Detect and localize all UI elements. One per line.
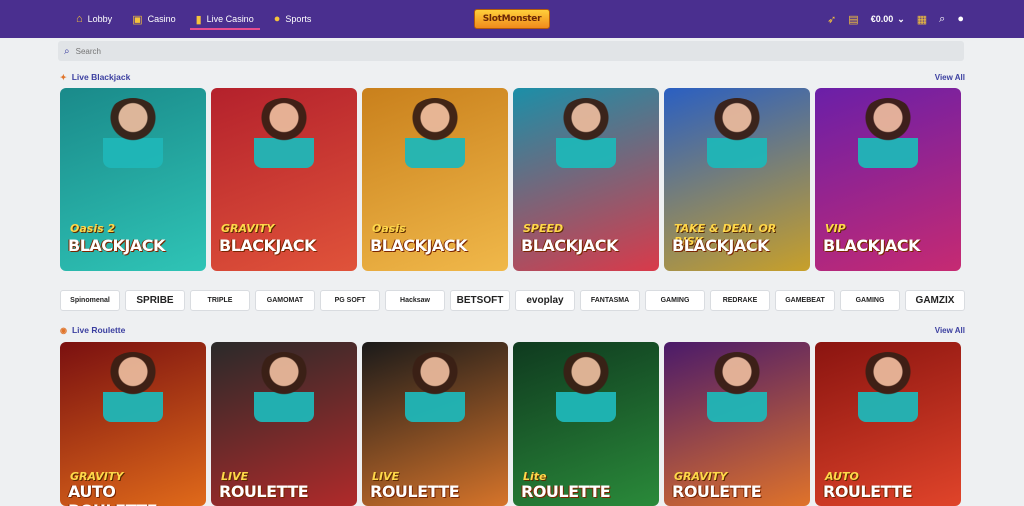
main-nav: ⌂ Lobby ▣ Casino ▮ Live Casino ● Sports [66,0,321,38]
rocket-icon[interactable]: ➶ [827,13,836,26]
dealer-image [103,352,163,422]
ball-icon: ● [273,13,281,25]
provider-logo[interactable]: REDRAKE [710,290,770,311]
provider-logo[interactable]: BETSOFT [450,290,510,311]
dealer-image [556,98,616,168]
live-card-icon: ▮ [195,13,202,26]
nav-lobby-label: Lobby [87,14,113,24]
game-title: ROULETTE [672,482,762,501]
game-card[interactable]: SPEED BLACKJACK [513,88,659,271]
search-icon: ⌕ [64,45,70,57]
provider-logo[interactable]: GAMEBEAT [775,290,835,311]
blackjack-icon: ✦ [60,72,67,82]
game-card[interactable]: Lite ROULETTE [513,342,659,506]
game-title: AUTO ROULETTE [68,482,158,506]
slot-machine-icon: ▣ [132,13,143,26]
game-title: ROULETTE [370,482,460,501]
game-title-prefix: Oasis 2 [70,222,116,235]
provider-logo[interactable]: PG SOFT [320,290,380,311]
nav-casino-label: Casino [147,14,176,24]
section-title: ✦ Live Blackjack [60,72,130,82]
nav-lobby[interactable]: ⌂ Lobby [66,0,122,38]
game-title: ROULETTE [219,482,309,501]
provider-logo[interactable]: TRIPLE [190,290,250,311]
search-input[interactable] [75,46,376,56]
nav-live-casino[interactable]: ▮ Live Casino [186,0,264,38]
balance-dropdown[interactable]: €0.00 ⌄ [871,14,905,25]
roulette-icon: ◉ [60,325,67,335]
game-title-prefix: Oasis [372,222,406,235]
game-title: BLACKJACK [370,236,467,255]
blackjack-view-all-link[interactable]: View All [935,73,965,82]
dealer-image [707,98,767,168]
wallet-icon[interactable]: ▦ [917,13,927,26]
game-title: ROULETTE [823,482,913,501]
dealer-image [254,98,314,168]
roulette-games-row: GRAVITYAUTO ROULETTELIVEROULETTELIVEROUL… [60,342,961,506]
nav-sports[interactable]: ● Sports [264,0,322,38]
dealer-image [103,98,163,168]
game-title-prefix: GRAVITY [221,222,275,235]
dealer-image [707,352,767,422]
game-title: ROULETTE [521,482,611,501]
game-card[interactable]: GRAVITYAUTO ROULETTE [60,342,206,506]
provider-logo[interactable]: GAMZIX [905,290,965,311]
gift-icon[interactable]: ▤ [848,13,858,26]
home-icon: ⌂ [76,13,83,25]
blackjack-games-row: Oasis 2 BLACKJACK GRAVITY BLACKJACK Oasis BLA… [60,88,961,271]
game-card[interactable]: VIP BLACKJACK [815,88,961,271]
game-card[interactable]: Oasis 2 BLACKJACK [60,88,206,271]
top-navigation-bar: ⌂ Lobby ▣ Casino ▮ Live Casino ● Sports … [0,0,1024,38]
game-title: BLACKJACK [823,236,920,255]
provider-logo[interactable]: FANTASMA [580,290,640,311]
game-title: BLACKJACK [672,236,769,255]
section-title: ◉ Live Roulette [60,325,125,335]
provider-logo[interactable]: SPRIBE [125,290,185,311]
game-card[interactable]: LIVE ROULETTE [362,342,508,506]
game-card[interactable]: Oasis BLACKJACK [362,88,508,271]
dealer-image [858,98,918,168]
game-card[interactable]: LIVE ROULETTE [211,342,357,506]
balance-value: €0.00 [870,14,894,24]
game-title-prefix: SPEED [523,222,564,235]
roulette-view-all-link[interactable]: View All [935,326,965,335]
dealer-image [556,352,616,422]
user-icon[interactable]: ● [957,13,964,25]
nav-casino[interactable]: ▣ Casino [122,0,185,38]
game-card[interactable]: GRAVITY BLACKJACK [211,88,357,271]
blackjack-section-title: Live Blackjack [71,72,131,82]
roulette-section-title: Live Roulette [71,325,126,335]
game-card[interactable]: TAKE & DEAL OR RISK BLACKJACK [664,88,810,271]
game-title: BLACKJACK [68,236,165,255]
dealer-image [405,98,465,168]
header-tools: ➶ ▤ €0.00 ⌄ ▦ ⌕ ● [827,0,964,38]
roulette-section-header: ◉ Live Roulette View All [60,323,965,337]
provider-logo[interactable]: evoplay [515,290,575,311]
provider-logo[interactable]: GAMING [645,290,705,311]
game-title: BLACKJACK [521,236,618,255]
game-title: BLACKJACK [219,236,316,255]
dealer-image [405,352,465,422]
search-icon[interactable]: ⌕ [939,13,945,26]
site-logo[interactable]: SlotMonster [474,9,550,29]
search-bar: ⌕ [58,41,964,61]
nav-sports-label: Sports [285,14,312,24]
dealer-image [254,352,314,422]
providers-row: Spinomenal SPRIBE TRIPLE GAMOMAT PG SOFT Hack… [60,290,965,311]
game-card[interactable]: AUTO ROULETTE [815,342,961,506]
provider-logo[interactable]: GAMING [840,290,900,311]
game-title-prefix: VIP [825,222,846,235]
nav-live-casino-label: Live Casino [206,14,254,24]
provider-logo[interactable]: Hacksaw [385,290,445,311]
provider-logo[interactable]: Spinomenal [60,290,120,311]
game-card[interactable]: GRAVITY ROULETTE [664,342,810,506]
dealer-image [858,352,918,422]
blackjack-section-header: ✦ Live Blackjack View All [60,70,965,84]
chevron-down-icon: ⌄ [897,13,905,24]
provider-logo[interactable]: GAMOMAT [255,290,315,311]
